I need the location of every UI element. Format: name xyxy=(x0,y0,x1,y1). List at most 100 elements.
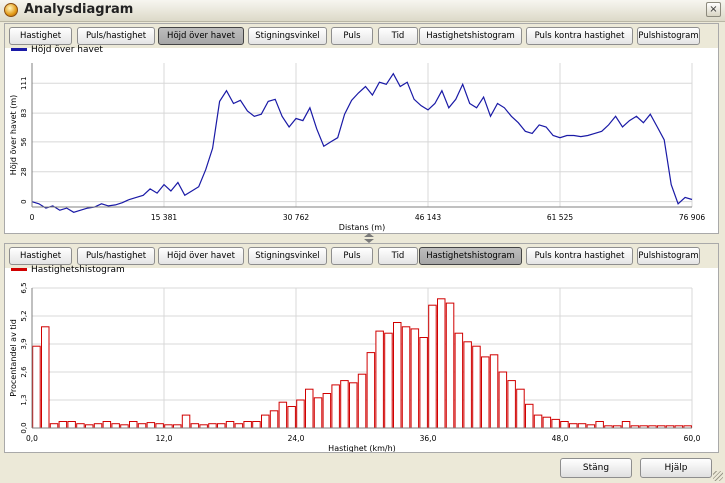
histogram-bar xyxy=(560,421,569,429)
x-axis-label: Distans (m) xyxy=(339,223,385,232)
y-tick-label: 5,2 xyxy=(20,310,28,321)
bottom-tab-stigningsvinkel[interactable]: Stigningsvinkel xyxy=(248,247,327,265)
bottom-tab-puls[interactable]: Puls xyxy=(331,247,373,265)
histogram-bar xyxy=(296,399,305,429)
y-tick-label: 0,0 xyxy=(20,422,28,433)
histogram-bar xyxy=(305,388,314,429)
histogram-bar xyxy=(129,421,138,429)
histogram-bar xyxy=(331,384,340,429)
histogram-bar xyxy=(313,397,323,429)
app-icon xyxy=(4,3,18,17)
x-tick-label: 24,0 xyxy=(288,434,305,443)
histogram-bar xyxy=(542,416,552,429)
histogram-bar xyxy=(243,421,252,429)
top-tab-stigningsvinkel[interactable]: Stigningsvinkel xyxy=(248,27,327,45)
y-tick-label: 28 xyxy=(20,167,28,176)
y-tick-label: 2,6 xyxy=(20,366,28,378)
splitter-handle[interactable] xyxy=(361,233,377,243)
bar-legend-swatch xyxy=(11,268,27,271)
histogram-bar xyxy=(261,414,270,429)
x-tick-label: 46 143 xyxy=(415,213,441,222)
splitter-up-arrow[interactable] xyxy=(364,233,374,237)
top-tab-puls[interactable]: Puls xyxy=(331,27,373,45)
histogram-bar xyxy=(533,414,543,429)
histogram-bar xyxy=(278,401,288,429)
histogram-bar xyxy=(498,371,508,429)
bottom-tab-puls-hastighet[interactable]: Puls/hastighet xyxy=(77,247,155,265)
elevation-series-line xyxy=(31,72,693,213)
histogram-bar xyxy=(181,414,191,429)
top-tab-puls-hastighet[interactable]: Puls/hastighet xyxy=(77,27,155,45)
histogram-bar xyxy=(190,423,200,429)
x-tick-label: 76 906 xyxy=(679,213,705,222)
y-axis-label: Höjd över havet (m) xyxy=(9,95,18,175)
histogram-bar xyxy=(489,354,499,429)
close-button[interactable]: Stäng xyxy=(560,458,632,478)
histogram-bar xyxy=(349,382,358,429)
y-tick-label: 0 xyxy=(20,199,28,203)
histogram-bar xyxy=(340,380,349,429)
histogram-bar xyxy=(287,406,296,429)
top-tab-hastighetshistogram[interactable]: Hastighetshistogram xyxy=(419,27,522,45)
bottom-legend-label: Hastighetshistogram xyxy=(31,265,125,275)
histogram-bar xyxy=(428,304,437,429)
x-tick-label: 36,0 xyxy=(420,434,437,443)
histogram-bar xyxy=(217,423,226,429)
top-tab-hastighet[interactable]: Hastighet xyxy=(9,27,72,45)
speed-histogram-chart: 0,0 12,0 24,0 36,0 48,0 60,0 0,0 1,3 2,6 3,9 5,2 6,… xyxy=(9,282,701,452)
y-tick-label: 3,9 xyxy=(20,338,28,349)
histogram-bar xyxy=(366,352,376,429)
histogram-bar xyxy=(41,326,50,429)
histogram-bar xyxy=(410,328,420,429)
histogram-bar xyxy=(445,302,455,429)
histogram-bar xyxy=(137,423,147,429)
bottom-tab-hastighet[interactable]: Hastighet xyxy=(9,247,72,265)
title-bar[interactable]: Analysdiagram × xyxy=(0,0,725,22)
histogram-bar xyxy=(146,422,156,429)
histogram-bar xyxy=(76,423,85,429)
elevation-chart: 0 15 381 30 762 46 143 61 525 76 906 0 28 56 83 11… xyxy=(9,63,705,232)
y-tick-label: 56 xyxy=(20,137,28,146)
histogram-bar xyxy=(401,326,411,429)
histogram-bar xyxy=(569,423,578,429)
histogram-bar xyxy=(58,421,68,429)
histogram-bar xyxy=(322,393,332,429)
histogram-bar xyxy=(375,330,384,429)
window-title: Analysdiagram xyxy=(24,2,134,17)
top-tab-höjd-över-havet[interactable]: Höjd över havet xyxy=(158,27,244,45)
top-tab-pulshistogram[interactable]: Pulshistogram xyxy=(637,27,700,45)
line-legend-swatch xyxy=(11,48,27,51)
histogram-bar xyxy=(67,421,76,429)
histogram-bar xyxy=(437,298,446,429)
top-legend: Höjd över havet xyxy=(11,45,103,55)
help-button[interactable]: Hjälp xyxy=(640,458,712,478)
bottom-chart-panel: Hastighet Puls/hastighet Höjd över havet St… xyxy=(4,243,719,453)
histogram-bar xyxy=(507,380,516,429)
bottom-tab-puls-kontra-hastighet[interactable]: Puls kontra hastighet xyxy=(526,247,633,265)
histogram-bar xyxy=(155,423,164,429)
top-tab-puls-kontra-hastighet[interactable]: Puls kontra hastighet xyxy=(526,27,633,45)
window-close-button[interactable]: × xyxy=(706,2,721,17)
histogram-bar xyxy=(384,332,393,429)
histogram-bar xyxy=(49,423,59,429)
x-tick-label: 60,0 xyxy=(684,434,701,443)
x-tick-label: 48,0 xyxy=(552,434,569,443)
bottom-tab-pulshistogram[interactable]: Pulshistogram xyxy=(637,247,700,265)
histogram-bar xyxy=(269,410,279,429)
top-legend-label: Höjd över havet xyxy=(31,45,103,55)
histogram-bar xyxy=(481,356,490,429)
histogram-bar xyxy=(393,322,402,429)
histogram-bar xyxy=(621,421,631,429)
x-tick-label: 61 525 xyxy=(547,213,573,222)
bottom-tab-tid[interactable]: Tid xyxy=(378,247,418,265)
bottom-tab-höjd-över-havet[interactable]: Höjd över havet xyxy=(158,247,244,265)
bottom-tab-hastighetshistogram[interactable]: Hastighetshistogram xyxy=(419,247,522,265)
histogram-bar xyxy=(357,373,367,429)
y-tick-label: 111 xyxy=(20,77,28,90)
resize-grip[interactable] xyxy=(713,471,723,481)
histogram-bar xyxy=(93,423,103,429)
histogram-bar xyxy=(32,345,41,429)
x-axis-label: Hastighet (km/h) xyxy=(328,444,396,452)
histogram-bar xyxy=(102,421,112,429)
top-tab-tid[interactable]: Tid xyxy=(378,27,418,45)
